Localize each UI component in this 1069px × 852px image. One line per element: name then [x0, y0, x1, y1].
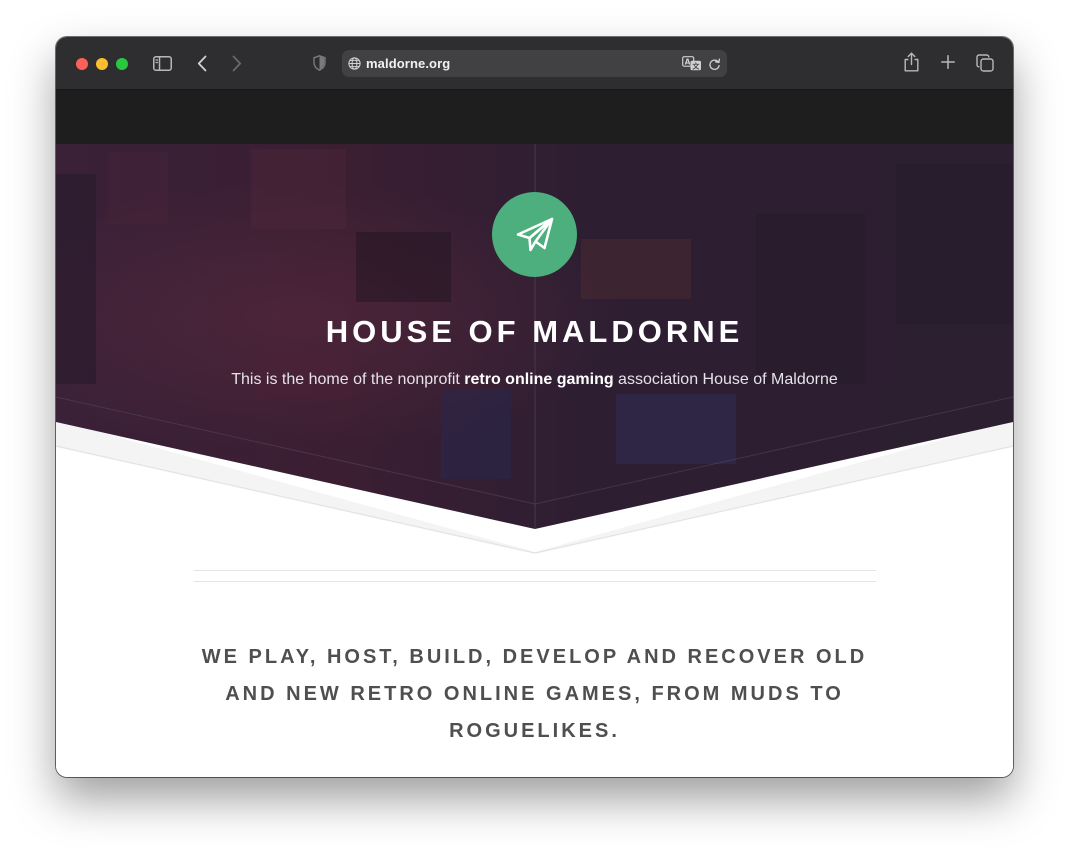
browser-window: maldorne.org A 文 HOUSE OF MALDORNE This …: [56, 37, 1013, 777]
paper-plane-icon: [516, 217, 553, 251]
share-icon[interactable]: [903, 51, 920, 73]
tabs-icon[interactable]: [975, 53, 995, 72]
address-bar[interactable]: maldorne.org A 文: [342, 50, 727, 77]
globe-icon: [348, 57, 361, 70]
browser-toolbar: maldorne.org A 文: [56, 37, 1013, 90]
subtitle-text-start: This is the home of the nonprofit: [231, 371, 465, 388]
section-divider-top: [194, 570, 876, 571]
url-text: maldorne.org: [366, 56, 451, 71]
reload-icon[interactable]: [708, 57, 721, 71]
close-window-button[interactable]: [76, 58, 88, 70]
translate-icon[interactable]: A 文: [682, 56, 702, 71]
chevron-left-icon: [197, 55, 207, 71]
minimize-window-button[interactable]: [96, 58, 108, 70]
section-divider-bottom: [194, 581, 876, 582]
chevron-right-icon: [232, 55, 242, 71]
web-page: HOUSE OF MALDORNE This is the home of th…: [56, 90, 1013, 777]
site-title: HOUSE OF MALDORNE: [325, 314, 744, 349]
svg-text:A: A: [685, 57, 691, 66]
plus-icon[interactable]: [940, 54, 956, 70]
site-navbar: [56, 90, 1013, 144]
mission-tagline: WE PLAY, HOST, BUILD, DEVELOP AND RECOVE…: [201, 646, 868, 742]
hero-subtitle: This is the home of the nonprofit retro …: [56, 371, 1013, 389]
svg-text:文: 文: [692, 61, 700, 70]
subtitle-text-end: association House of Maldorne: [613, 371, 838, 388]
sidebar-icon[interactable]: [152, 54, 172, 72]
shield-icon[interactable]: [311, 54, 327, 72]
subtitle-highlight: retro online gaming: [464, 371, 614, 388]
site-logo[interactable]: [492, 192, 577, 277]
forward-button[interactable]: [230, 53, 244, 73]
zoom-window-button[interactable]: [116, 58, 128, 70]
back-button[interactable]: [195, 53, 209, 73]
